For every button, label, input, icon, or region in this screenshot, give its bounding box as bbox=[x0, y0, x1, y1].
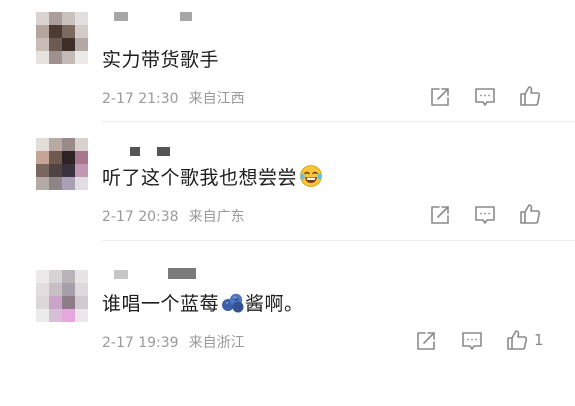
thumbs-up-icon[interactable] bbox=[518, 84, 542, 108]
username-redacted[interactable] bbox=[114, 270, 128, 279]
share-edit-icon[interactable] bbox=[428, 203, 452, 227]
username-redacted[interactable] bbox=[130, 147, 140, 156]
avatar[interactable] bbox=[36, 270, 88, 322]
comment-date: 2-17 21:30 bbox=[102, 91, 179, 107]
username-redacted bbox=[168, 268, 196, 279]
comment-location: 来自广东 bbox=[188, 209, 245, 225]
thumbs-up-icon[interactable] bbox=[505, 328, 529, 352]
share-edit-icon[interactable] bbox=[428, 85, 452, 109]
comment-text: 谁唱一个蓝莓 酱啊。 bbox=[102, 289, 304, 319]
comment-meta: 2-17 19:39 来自浙江 bbox=[102, 332, 245, 352]
comment-meta: 2-17 20:38 来自广东 bbox=[102, 206, 245, 226]
thumbs-up-icon[interactable] bbox=[518, 202, 542, 226]
comment-date: 2-17 20:38 bbox=[102, 209, 179, 225]
avatar[interactable] bbox=[36, 138, 88, 190]
comment-text: 听了这个歌我也想尝尝 bbox=[102, 163, 323, 193]
username-redacted[interactable] bbox=[114, 12, 128, 21]
comment-bubble-icon[interactable] bbox=[460, 329, 484, 353]
laughing-tears-emoji bbox=[299, 164, 323, 193]
divider bbox=[102, 240, 575, 241]
comment-bubble-icon[interactable] bbox=[473, 85, 497, 109]
comment-text-after: 酱啊。 bbox=[245, 293, 304, 315]
share-edit-icon[interactable] bbox=[414, 329, 438, 353]
divider bbox=[102, 121, 575, 122]
comment-meta: 2-17 21:30 来自江西 bbox=[102, 88, 245, 108]
blueberry-emoji bbox=[221, 290, 245, 319]
comment-bubble-icon[interactable] bbox=[473, 203, 497, 227]
comment-text-content: 听了这个歌我也想尝尝 bbox=[102, 167, 298, 189]
like-count: 1 bbox=[534, 331, 544, 349]
comment-location: 来自浙江 bbox=[188, 335, 245, 351]
comment-text-before: 谁唱一个蓝莓 bbox=[102, 293, 220, 315]
comment-text: 实力带货歌手 bbox=[102, 49, 220, 71]
comment-location: 来自江西 bbox=[188, 91, 245, 107]
avatar[interactable] bbox=[36, 12, 88, 64]
username-redacted bbox=[157, 147, 170, 156]
comment-date: 2-17 19:39 bbox=[102, 335, 179, 351]
username-redacted bbox=[180, 12, 192, 21]
